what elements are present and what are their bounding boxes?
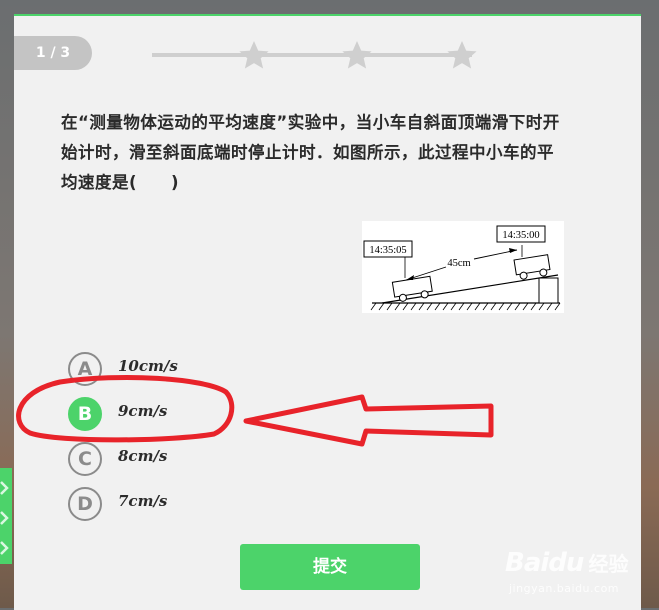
submit-button[interactable]: 提交: [240, 544, 420, 590]
watermark-brand: Baidu: [505, 548, 584, 578]
question-line: 始计时，滑至斜面底端时停止计时．如图所示，此过程中小车的平: [61, 143, 554, 162]
option-letter-b: B: [68, 397, 102, 431]
option-text-d: 7cm/s: [118, 492, 168, 510]
question-line: 在“测量物体运动的平均速度”实验中，当小车自斜面顶端滑下时开: [61, 113, 560, 132]
option-letter-a: A: [68, 352, 102, 386]
question-line: 均速度是( ): [61, 173, 180, 192]
watermark-url: jingyan.baidu.com: [509, 582, 620, 595]
option-text-c: 8cm/s: [118, 447, 168, 465]
star-icon: [342, 41, 372, 69]
incline-drawing: 14:35:05 14:35:00 45cm: [363, 225, 561, 311]
star-icon: [447, 41, 477, 69]
option-letter-d: D: [68, 487, 102, 521]
chevron-right-icon: [0, 481, 9, 555]
star-progress-line: [152, 53, 472, 57]
star-icon: [239, 41, 269, 69]
baidu-jingyan-watermark: Baidu 经验 jingyan.baidu.com: [505, 548, 655, 604]
option-letter-c: C: [68, 442, 102, 476]
question-text: 在“测量物体运动的平均速度”实验中，当小车自斜面顶端滑下时开 始计时，滑至斜面底…: [61, 108, 601, 198]
incline-diagram: 14:35:05 14:35:00 45cm: [362, 221, 564, 313]
question-card: 1 / 3 在“测量物体运动的平均速度”实验中，当小车自斜面顶端滑下时开 始计时…: [14, 14, 641, 610]
star-progress-track: [152, 40, 482, 70]
option-text-b: 9cm/s: [118, 402, 168, 420]
side-tab[interactable]: [0, 468, 12, 564]
watermark-suffix: 经验: [588, 552, 629, 576]
progress-indicator: 1 / 3: [14, 36, 92, 70]
distance-label: 45cm: [447, 258, 470, 269]
clock-end-label: 14:35:05: [369, 245, 406, 256]
option-text-a: 10cm/s: [118, 357, 178, 375]
clock-start-label: 14:35:00: [502, 230, 539, 241]
